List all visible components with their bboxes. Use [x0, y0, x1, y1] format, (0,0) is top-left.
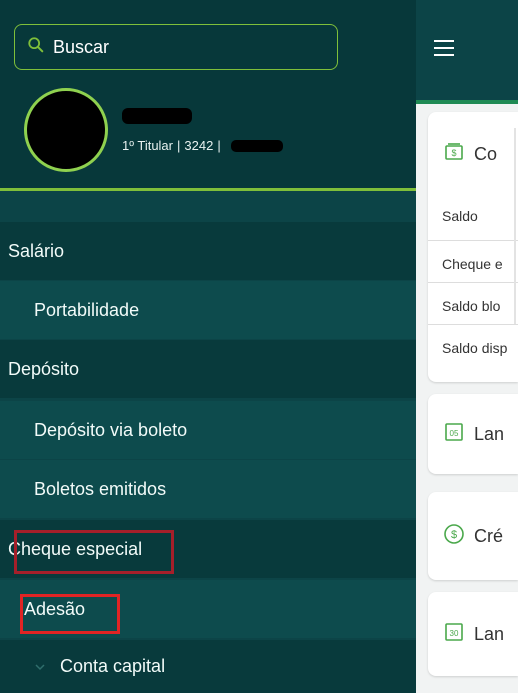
navigation-drawer: Buscar 1º Titular | 3242 | Salário Porta…: [0, 0, 416, 693]
balance-row-bloqueado: Saldo blo: [442, 298, 501, 314]
search-icon: [27, 36, 53, 59]
user-name-redacted: [122, 108, 192, 124]
menu-item-portabilidade[interactable]: Portabilidade: [0, 281, 416, 339]
menu-item-cheque-especial[interactable]: Cheque especial: [0, 520, 416, 578]
future-entries-card[interactable]: 05 Lan: [428, 394, 518, 474]
divider: [428, 324, 518, 325]
separator: |: [177, 138, 181, 153]
header-divider: [0, 188, 416, 191]
separator: |: [217, 138, 221, 153]
titular-label: 1º Titular: [122, 138, 173, 153]
balance-row-saldo: Saldo: [442, 208, 478, 224]
avatar[interactable]: [24, 88, 108, 172]
main-content: $ Co Saldo Cheque e Saldo blo Saldo disp…: [416, 0, 518, 693]
card-title-text: Lan: [474, 424, 505, 444]
svg-text:30: 30: [450, 629, 459, 638]
chevron-down-icon: [34, 660, 46, 672]
top-app-bar: [416, 0, 518, 104]
topbar-accent-line: [416, 100, 518, 104]
menu-item-label: Portabilidade: [34, 299, 140, 320]
balance-row-cheque: Cheque e: [442, 256, 503, 272]
entries-30-card[interactable]: 30 Lan: [428, 592, 518, 676]
menu-item-label: Cheque especial: [8, 538, 143, 559]
drawer-header: Buscar 1º Titular | 3242 |: [0, 0, 416, 190]
search-input[interactable]: Buscar: [14, 24, 338, 70]
menu-item-label: Depósito via boleto: [34, 419, 188, 440]
money-icon: $: [442, 140, 474, 169]
search-placeholder: Buscar: [53, 36, 110, 57]
menu-item-deposito-via-boleto[interactable]: Depósito via boleto: [0, 401, 416, 459]
menu-item-conta-capital[interactable]: Conta capital: [0, 640, 416, 693]
card-title-text: Lan: [474, 624, 505, 644]
svg-text:$: $: [451, 529, 457, 541]
calendar-05-icon: 05: [442, 420, 474, 449]
scroll-column-divider: [514, 128, 516, 324]
balance-row-disponivel: Saldo disp: [442, 340, 508, 356]
svg-text:05: 05: [450, 429, 459, 438]
menu-item-salario[interactable]: Salário: [0, 222, 416, 280]
svg-text:$: $: [451, 148, 456, 158]
menu-item-label: Conta capital: [60, 656, 166, 676]
account-card[interactable]: $ Co Saldo Cheque e Saldo blo Saldo disp: [428, 112, 518, 382]
card-title-text: Cré: [474, 526, 504, 546]
account-number-redacted: [230, 139, 283, 152]
card-title-text: Co: [474, 144, 498, 164]
dollar-circle-icon: $: [442, 522, 474, 551]
calendar-30-icon: 30: [442, 620, 474, 649]
menu-item-label: Depósito: [8, 358, 80, 379]
menu-item-label: Boletos emitidos: [34, 478, 167, 499]
user-account-info: 1º Titular | 3242 |: [122, 138, 283, 153]
hamburger-menu-icon[interactable]: [434, 40, 454, 56]
agency-number: 3242: [184, 138, 214, 153]
menu-item-label: Adesão: [24, 598, 86, 619]
card-title: $ Cré: [442, 522, 503, 551]
card-title: 30 Lan: [442, 620, 504, 649]
credit-card[interactable]: $ Cré: [428, 492, 518, 580]
menu-item-boletos-emitidos[interactable]: Boletos emitidos: [0, 460, 416, 518]
menu-item-deposito[interactable]: Depósito: [0, 340, 416, 398]
divider: [428, 240, 518, 241]
card-title: $ Co: [442, 140, 497, 169]
menu-item-label: Salário: [8, 240, 65, 261]
card-title: 05 Lan: [442, 420, 504, 449]
menu-item-adesao[interactable]: Adesão: [0, 580, 416, 638]
divider: [428, 282, 518, 283]
